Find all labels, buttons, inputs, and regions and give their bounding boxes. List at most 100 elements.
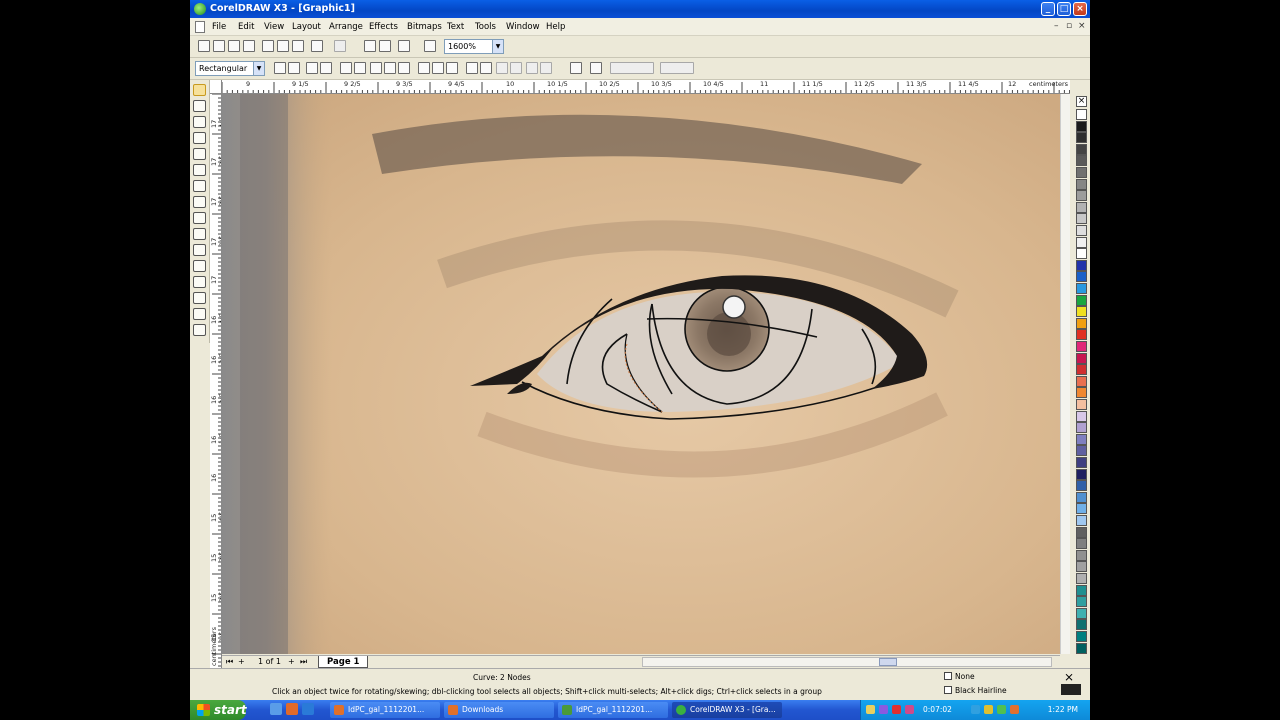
color-swatch[interactable] <box>1076 294 1087 306</box>
new-icon[interactable] <box>198 40 210 52</box>
to-line-icon[interactable] <box>340 62 352 74</box>
fill-tool-icon[interactable] <box>193 308 206 320</box>
horizontal-scrollbar[interactable] <box>642 657 1052 667</box>
color-swatch[interactable] <box>1076 283 1087 294</box>
ruler-origin[interactable] <box>210 80 222 94</box>
show-desktop-icon[interactable] <box>270 703 282 715</box>
color-swatch[interactable] <box>1076 341 1087 352</box>
selection-mode-combo[interactable]: Rectangular ▼ <box>195 61 265 76</box>
color-swatch[interactable] <box>1076 561 1087 573</box>
color-swatch[interactable] <box>1076 491 1087 503</box>
pick-tool-icon[interactable] <box>193 84 206 96</box>
select-all-nodes-icon[interactable] <box>540 62 552 74</box>
color-swatch[interactable] <box>1076 526 1087 538</box>
chevron-down-icon[interactable]: ▼ <box>492 40 503 53</box>
document-icon[interactable] <box>195 21 205 33</box>
security-icon[interactable] <box>984 705 993 714</box>
fill-status[interactable]: None <box>944 672 975 681</box>
tray-app-icon[interactable] <box>1010 705 1019 714</box>
corel-online-icon[interactable] <box>424 40 436 52</box>
crop-tool-icon[interactable] <box>193 116 206 128</box>
color-swatch[interactable] <box>1076 352 1087 364</box>
save-icon[interactable] <box>228 40 240 52</box>
close-button[interactable]: × <box>1073 2 1087 16</box>
page-tab[interactable]: Page 1 <box>318 656 369 668</box>
menu-bitmaps[interactable]: Bitmaps <box>407 22 442 32</box>
color-swatch[interactable] <box>1076 155 1087 167</box>
color-swatch[interactable] <box>1076 387 1087 399</box>
break-curve-icon[interactable] <box>320 62 332 74</box>
freehand-tool-icon[interactable] <box>193 148 206 160</box>
ie-icon[interactable] <box>302 703 314 715</box>
vertical-ruler[interactable]: 17 4/5 17 3/5 17 2/5 17 1/5 17 16 4/5 16… <box>210 94 222 668</box>
open-icon[interactable] <box>213 40 225 52</box>
color-swatch[interactable] <box>1076 422 1087 434</box>
color-swatch[interactable] <box>1076 619 1087 631</box>
color-swatch[interactable] <box>1076 109 1087 120</box>
color-swatch[interactable] <box>1076 445 1087 457</box>
reflect-nodes-icon[interactable] <box>510 62 522 74</box>
volume-icon[interactable] <box>997 705 1006 714</box>
elastic-mode-icon[interactable] <box>526 62 538 74</box>
doc-restore-button[interactable]: ▫ <box>1066 21 1072 31</box>
tray-app-icon[interactable] <box>879 705 888 714</box>
extract-subpath-icon[interactable] <box>446 62 458 74</box>
rectangle-tool-icon[interactable] <box>193 180 206 192</box>
curve-smoothness-icon[interactable] <box>590 62 602 74</box>
redo-icon[interactable] <box>334 40 346 52</box>
outline-tool-icon[interactable] <box>193 292 206 304</box>
color-swatch[interactable] <box>1076 317 1087 329</box>
eyedropper-tool-icon[interactable] <box>193 276 206 288</box>
color-swatch[interactable] <box>1076 201 1087 213</box>
color-swatch[interactable] <box>1076 538 1087 550</box>
color-swatch[interactable] <box>1076 132 1087 144</box>
maximize-button[interactable]: □ <box>1057 2 1071 16</box>
add-node-icon[interactable] <box>274 62 286 74</box>
menu-file[interactable]: File <box>212 22 226 32</box>
zoom-level-combo[interactable]: 1600% ▼ <box>444 39 504 54</box>
color-swatch[interactable] <box>1076 213 1087 225</box>
horizontal-scroll-thumb[interactable] <box>879 658 897 666</box>
extend-curve-icon[interactable] <box>432 62 444 74</box>
color-swatch[interactable] <box>1076 375 1087 387</box>
menu-arrange[interactable]: Arrange <box>329 22 363 32</box>
taskbar-item[interactable]: IdPC_gal_1112201... <box>330 702 440 718</box>
paste-icon[interactable] <box>292 40 304 52</box>
add-page-after-icon[interactable]: + <box>288 657 295 666</box>
shape-tool-icon[interactable] <box>193 100 206 112</box>
color-swatch[interactable] <box>1076 631 1087 642</box>
menu-view[interactable]: View <box>264 22 284 32</box>
taskbar-item[interactable]: IdPC_gal_1112201... <box>558 702 668 718</box>
reverse-direction-icon[interactable] <box>418 62 430 74</box>
cut-icon[interactable] <box>262 40 274 52</box>
doc-close-button[interactable]: × <box>1078 21 1086 31</box>
application-launcher-icon[interactable] <box>398 40 410 52</box>
polygon-tool-icon[interactable] <box>193 212 206 224</box>
smoothness-value[interactable] <box>660 62 694 74</box>
smooth-node-icon[interactable] <box>384 62 396 74</box>
color-swatch[interactable] <box>1076 515 1087 526</box>
menu-window[interactable]: Window <box>506 22 540 32</box>
record-icon[interactable] <box>892 705 901 714</box>
color-swatch[interactable] <box>1076 503 1087 515</box>
coreldraw-app-icon[interactable] <box>194 3 206 15</box>
color-swatch[interactable] <box>1076 167 1087 178</box>
color-swatch[interactable] <box>1076 271 1087 283</box>
interactive-fill-tool-icon[interactable] <box>193 324 206 336</box>
start-button[interactable]: start <box>190 700 247 720</box>
tray-app-icon[interactable] <box>866 705 875 714</box>
color-swatch[interactable] <box>1076 248 1087 260</box>
menu-effects[interactable]: Effects <box>369 22 398 32</box>
zoom-tool-icon[interactable] <box>193 132 206 144</box>
reduce-nodes-icon[interactable] <box>570 62 582 74</box>
tray-app-icon[interactable] <box>905 705 914 714</box>
title-bar[interactable]: CorelDRAW X3 - [Graphic1] _ □ × <box>190 0 1090 18</box>
ellipse-tool-icon[interactable] <box>193 196 206 208</box>
import-icon[interactable] <box>364 40 376 52</box>
menu-edit[interactable]: Edit <box>238 22 254 32</box>
interactive-blend-tool-icon[interactable] <box>193 260 206 272</box>
basic-shapes-tool-icon[interactable] <box>193 228 206 240</box>
color-swatch[interactable] <box>1076 236 1087 248</box>
print-icon[interactable] <box>243 40 255 52</box>
menu-help[interactable]: Help <box>546 22 565 32</box>
